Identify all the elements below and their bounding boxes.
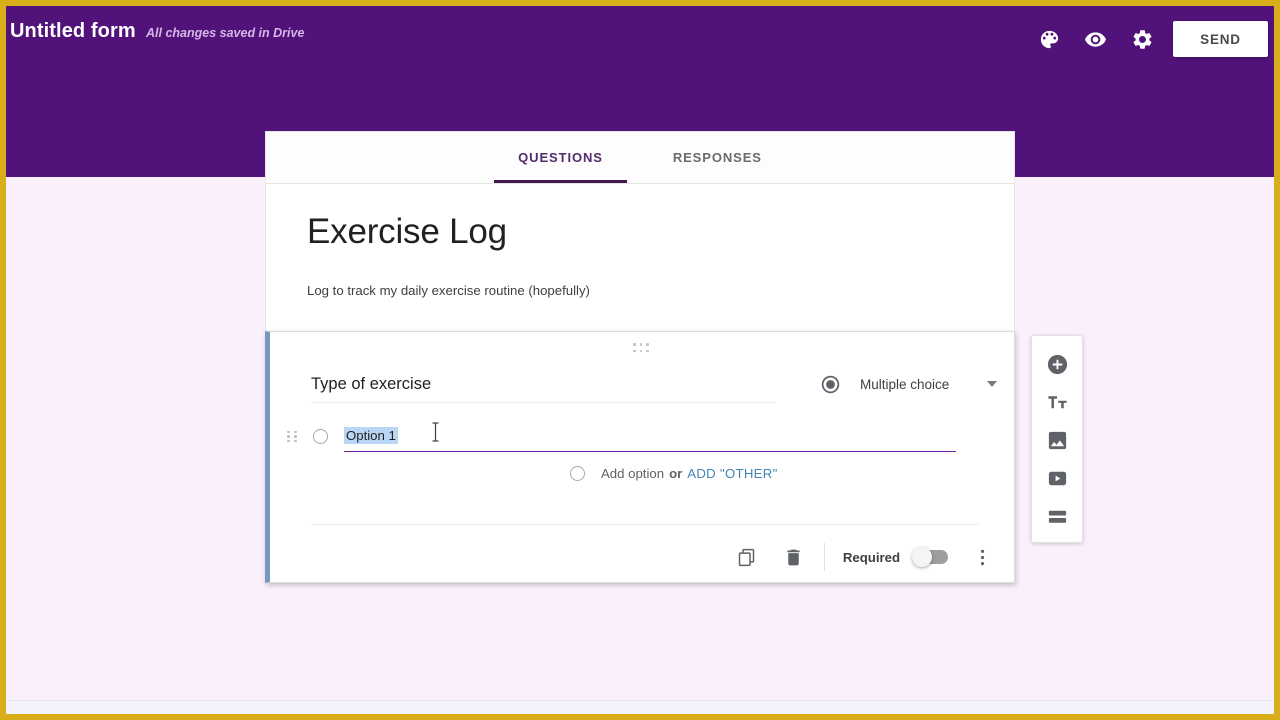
duplicate-icon[interactable]: [735, 545, 759, 569]
question-footer-toolbar: Required: [735, 537, 1000, 577]
save-status-text: All changes saved in Drive: [146, 26, 305, 40]
form-title[interactable]: Exercise Log: [307, 212, 507, 252]
footer-divider: [823, 543, 825, 571]
add-option-row[interactable]: Add option or ADD "OTHER": [570, 466, 778, 481]
app-frame: Untitled form All changes saved in Drive…: [6, 6, 1274, 714]
palette-icon[interactable]: [1035, 25, 1063, 53]
radio-button-icon: [820, 374, 841, 395]
form-header-card: Exercise Log Log to track my daily exerc…: [265, 184, 1015, 332]
add-other-link[interactable]: ADD "OTHER": [687, 466, 777, 481]
question-type-select[interactable]: Multiple choice: [818, 367, 1003, 401]
add-image-icon[interactable]: [1044, 428, 1070, 453]
add-title-icon[interactable]: [1044, 390, 1070, 415]
question-title-input[interactable]: Type of exercise: [311, 375, 776, 403]
option-drag-handle[interactable]: [287, 430, 299, 442]
option-text: Option 1: [344, 427, 398, 444]
question-drag-handle[interactable]: [633, 343, 651, 354]
option-input[interactable]: Option 1: [344, 420, 956, 452]
bottom-strip: [6, 700, 1274, 714]
add-option-label[interactable]: Add option: [601, 466, 664, 481]
required-toggle[interactable]: [912, 547, 948, 567]
trash-icon[interactable]: [782, 545, 806, 569]
tab-questions[interactable]: QUESTIONS: [494, 132, 627, 183]
gear-icon[interactable]: [1128, 25, 1156, 53]
add-section-icon[interactable]: [1044, 504, 1070, 529]
chevron-down-icon: [987, 381, 997, 387]
option-row[interactable]: Option 1: [284, 414, 984, 458]
form-description[interactable]: Log to track my daily exercise routine (…: [307, 283, 590, 298]
tab-responses[interactable]: RESPONSES: [649, 132, 786, 183]
send-button[interactable]: SEND: [1173, 21, 1268, 57]
eye-icon[interactable]: [1081, 25, 1109, 53]
text-cursor-icon: [430, 421, 441, 443]
card-divider: [311, 524, 979, 525]
tabs-bar: QUESTIONS RESPONSES: [265, 131, 1015, 184]
more-vertical-icon[interactable]: [970, 545, 994, 569]
add-option-or-label: or: [669, 466, 683, 481]
add-item-toolbar: [1031, 335, 1083, 543]
question-card[interactable]: Type of exercise Multiple choice Option …: [265, 331, 1015, 583]
question-type-label: Multiple choice: [860, 376, 950, 392]
add-question-icon[interactable]: [1044, 352, 1070, 377]
document-title[interactable]: Untitled form: [10, 20, 136, 43]
option-radio-icon: [313, 428, 328, 444]
required-label: Required: [842, 549, 900, 565]
add-option-radio-icon: [570, 466, 585, 481]
add-video-icon[interactable]: [1044, 466, 1070, 491]
